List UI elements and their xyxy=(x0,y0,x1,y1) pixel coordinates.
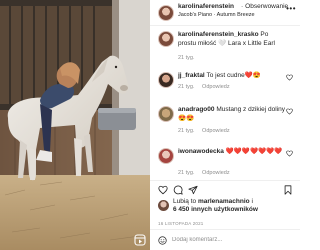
comment-meta: 21 tyg. xyxy=(178,55,195,61)
more-icon[interactable]: ••• xyxy=(286,5,296,13)
comment-icon[interactable] xyxy=(173,185,183,195)
likes-text: Lubią to marlenamachnio i 6 450 innych u… xyxy=(173,198,258,214)
comment-body: iwonawodecka ❤️❤️❤️❤️❤️❤️❤️ xyxy=(178,148,288,157)
comment-time[interactable]: 21 tyg. xyxy=(178,170,195,176)
comment-meta: 21 tyg. Odpowiedz xyxy=(178,128,230,134)
comment-text: ❤️❤️❤️❤️❤️❤️❤️ xyxy=(225,148,283,155)
separator-dot: · xyxy=(241,3,244,10)
heart-icon[interactable] xyxy=(286,74,293,81)
author-username[interactable]: karolinaferenstein xyxy=(178,3,234,10)
list-item: iwonawodecka ❤️❤️❤️❤️❤️❤️❤️ 21 tyg. Odpo… xyxy=(150,148,300,178)
list-item: anadrago00 Mustang z dzikiej doliny 😍😍 2… xyxy=(150,106,300,140)
audio-track[interactable]: Jacob's Piano · Autumn Breeze xyxy=(178,12,255,18)
comment-body: jj_fraktal To jest cudne❤️😍 xyxy=(178,72,288,81)
list-item: jj_fraktal To jest cudne❤️😍 21 tyg. Odpo… xyxy=(150,72,300,96)
heart-icon[interactable] xyxy=(286,150,293,157)
comment-time[interactable]: 21 tyg. xyxy=(178,128,195,134)
reply-button[interactable]: Odpowiedz xyxy=(202,128,230,134)
share-icon[interactable] xyxy=(188,185,198,195)
comment-input[interactable] xyxy=(172,234,282,246)
comment-body: anadrago00 Mustang z dzikiej doliny 😍😍 xyxy=(178,106,288,123)
post-date[interactable]: 16 LISTOPADA 2021 xyxy=(158,221,204,226)
follow-status-button[interactable]: · Obserwowanie xyxy=(241,3,288,10)
comment-username[interactable]: karolinaferenstein_krasko xyxy=(178,31,259,38)
post-media[interactable] xyxy=(0,0,150,250)
comment-username[interactable]: iwonawodecka xyxy=(178,148,224,155)
add-comment-bar xyxy=(150,229,300,250)
comment-avatar[interactable] xyxy=(158,106,174,122)
reply-button[interactable]: Odpowiedz xyxy=(202,84,230,90)
comment-text: To jest cudne❤️😍 xyxy=(206,72,261,79)
comment-avatar[interactable] xyxy=(158,148,174,164)
author-avatar[interactable] xyxy=(158,5,174,21)
likes-and: i xyxy=(251,198,253,205)
comment-username[interactable]: anadrago00 xyxy=(178,106,215,113)
liker-avatar[interactable] xyxy=(158,200,169,211)
comment-body: karolinaferenstein_krasko Po prostu miło… xyxy=(178,31,288,48)
post-detail-panel: karolinaferenstein · Obserwowanie Jacob's… xyxy=(150,0,300,250)
reply-button[interactable]: Odpowiedz xyxy=(202,170,230,176)
comment-meta: 21 tyg. Odpowiedz xyxy=(178,170,230,176)
comment-avatar[interactable] xyxy=(158,72,174,88)
bookmark-icon[interactable] xyxy=(283,185,293,195)
heart-icon[interactable] xyxy=(286,108,293,115)
comment-time[interactable]: 21 tyg. xyxy=(178,84,195,90)
follow-status-label: Obserwowanie xyxy=(245,3,289,10)
heart-icon[interactable] xyxy=(158,185,168,195)
reel-icon xyxy=(134,234,146,246)
comment-username[interactable]: jj_fraktal xyxy=(178,72,205,79)
likes-prefix: Lubią to xyxy=(173,198,197,205)
liker-username[interactable]: marlenamachnio xyxy=(198,198,250,205)
post-header: karolinaferenstein · Obserwowanie Jacob's… xyxy=(150,0,300,26)
caption-comment: karolinaferenstein_krasko Po prostu miło… xyxy=(150,31,300,65)
comment-time[interactable]: 21 tyg. xyxy=(178,55,195,61)
comment-avatar[interactable] xyxy=(158,31,174,47)
comment-meta: 21 tyg. Odpowiedz xyxy=(178,84,230,90)
horse-video-frame xyxy=(0,0,150,250)
likes-others-link[interactable]: 6 450 innych użytkowników xyxy=(173,206,258,213)
emoji-icon[interactable] xyxy=(158,236,167,245)
post-actions xyxy=(150,180,300,196)
